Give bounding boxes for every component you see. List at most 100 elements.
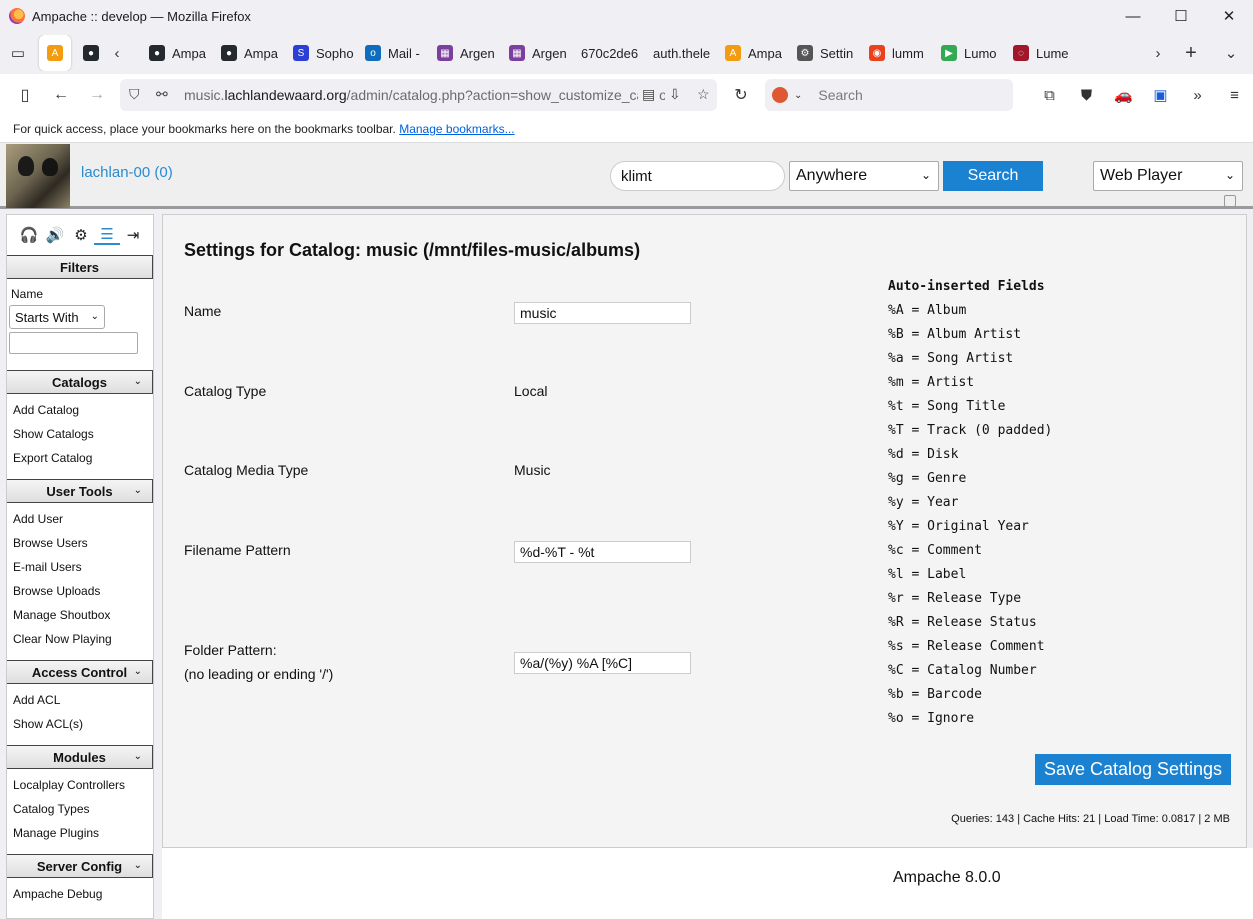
save-to-pocket-icon[interactable]: ⇩ [665,86,685,103]
sidebar-item[interactable]: Export Catalog [7,446,153,470]
tab-label: Sopho [316,45,354,61]
minimize-button[interactable]: — [1109,0,1157,32]
starts-with-select[interactable]: Starts With ⌄ [9,305,105,329]
sidebar-section-header[interactable]: Access Control ⌄ [7,660,153,684]
tab-3[interactable]: ● Ampa [141,35,213,71]
tab-1[interactable]: A [39,35,71,71]
tab-7[interactable]: ▦ Argen [429,35,501,71]
tab-label: Ampa [748,45,782,61]
username-link[interactable]: lachlan-00 (0) [81,164,173,181]
chevron-down-icon[interactable]: ⌄ [134,666,142,677]
manage-bookmarks-link[interactable]: Manage bookmarks... [399,122,514,136]
url-bar[interactable]: ⛉ ⚯ music. lachlandewaard.org/admin/catal… [120,79,717,111]
preferences-icon[interactable]: ⚙ [68,226,94,244]
maximize-button[interactable]: ☐ [1157,0,1205,32]
sidebar-item[interactable]: Add User [7,507,153,531]
sidebar-item[interactable]: Show Catalogs [7,422,153,446]
bitwarden-icon[interactable]: ▣ [1142,77,1179,113]
headphones-icon[interactable]: 🎧 [16,226,42,244]
admin-icon[interactable]: ☰ [94,225,120,245]
reader-view-icon[interactable]: ▤ [638,86,660,103]
tab-14[interactable]: ▶ Lumo [933,35,1005,71]
new-tab-icon[interactable]: + [1173,35,1209,71]
sidebar-section-header[interactable]: Server Config ⌄ [7,854,153,878]
name-field[interactable]: music [514,302,691,324]
player-select[interactable]: Web Player ⌄ [1093,161,1243,191]
scroll-tabs-left-icon[interactable]: ‹ [107,35,127,71]
sidebar-item[interactable]: E-mail Users [7,555,153,579]
chevron-down-icon[interactable]: ⌄ [134,376,142,387]
site-info-icon[interactable]: ⚯ [156,86,168,103]
sidebar-item[interactable]: Localplay Controllers [7,773,153,797]
sidebar-section-header[interactable]: Catalogs ⌄ [7,370,153,394]
auto-field-item: %b = Barcode [888,687,982,702]
tab-12[interactable]: ⚙ Settin [789,35,861,71]
shield-icon[interactable]: ⛉ [129,86,140,103]
tab-5[interactable]: S Sopho [285,35,357,71]
search-scope-select[interactable]: Anywhere ⌄ [789,161,939,191]
folder-pattern-field[interactable]: %a/(%y) %A [%C] [514,652,691,674]
auto-field-item: %r = Release Type [888,591,1022,606]
sidebar-item[interactable]: Add Catalog [7,398,153,422]
chevron-down-icon[interactable]: ⌄ [134,485,142,496]
filename-pattern-field[interactable]: %d-%T - %t [514,541,691,563]
tab-13[interactable]: ◉ lumm [861,35,933,71]
tab-6[interactable]: o Mail - [357,35,429,71]
web-search-bar[interactable]: ⌄ Search [765,79,1013,111]
forward-icon[interactable]: → [79,77,115,113]
tab-9[interactable]: 670c2de6 [573,35,645,71]
main-content: Settings for Catalog: music (/mnt/files-… [162,214,1247,848]
collapse-panel-icon[interactable] [1224,195,1236,207]
bookmark-star-icon[interactable]: ☆ [693,86,714,103]
close-window-button[interactable]: ✕ [1205,0,1253,32]
sidebar-item[interactable]: Clear Now Playing [7,627,153,651]
tab-2[interactable]: ● [75,35,107,71]
extensions-icon[interactable]: ⧉ [1031,77,1068,113]
search-button[interactable]: Search [943,161,1043,191]
speaker-icon[interactable]: 🔊 [42,226,68,244]
tab-11[interactable]: A Ampa [717,35,789,71]
ublock-icon[interactable]: ⛊ [1068,77,1105,113]
sidebar-toggle-icon[interactable]: ▯ [7,77,43,113]
sidebar-item[interactable]: Manage Shoutbox [7,603,153,627]
chevron-down-icon: ⌄ [90,311,99,322]
window-title: Ampache :: develop — Mozilla Firefox [32,8,251,24]
tab-10[interactable]: auth.thele [645,35,717,71]
tab-label: Argen [532,45,567,61]
sidebar-item[interactable]: Manage Plugins [7,821,153,845]
sidebar-item[interactable]: Catalog Types [7,797,153,821]
tab-8[interactable]: ▦ Argen [501,35,573,71]
sidebar-item[interactable]: Browse Users [7,531,153,555]
avatar[interactable] [6,144,70,208]
logout-icon[interactable]: ⇥ [120,226,146,244]
sidebar-section-header[interactable]: User Tools ⌄ [7,479,153,503]
chevron-down-icon[interactable]: ⌄ [134,860,142,871]
chevron-down-icon[interactable]: ⌄ [134,751,142,762]
save-catalog-settings-button[interactable]: Save Catalog Settings [1035,754,1231,785]
scroll-tabs-right-icon[interactable]: › [1140,35,1176,71]
sidebar-item[interactable]: Ampache Debug [7,882,153,906]
list-tabs-icon[interactable]: ⌄ [1213,35,1249,71]
firefox-view-icon[interactable]: ▭ [0,35,36,71]
sidebar-item[interactable]: Browse Uploads [7,579,153,603]
filter-input[interactable] [9,332,138,354]
auto-field-item: %t = Song Title [888,399,1006,414]
url-path: /admin/catalog.php?action=show_customize… [346,87,675,103]
app-menu-icon[interactable]: ≡ [1216,77,1253,113]
chevron-down-icon[interactable]: ⌄ [794,90,802,101]
tab-4[interactable]: ● Ampa [213,35,285,71]
car-extension-icon[interactable]: 🚗 [1105,77,1142,113]
player-value: Web Player [1100,167,1183,184]
search-input[interactable] [610,161,785,191]
sidebar-item[interactable]: Show ACL(s) [7,712,153,736]
sidebar-section-title: User Tools [46,483,113,499]
sidebar-section-header[interactable]: Modules ⌄ [7,745,153,769]
more-tools-icon[interactable]: » [1179,77,1216,113]
back-icon[interactable]: ← [43,77,79,113]
sidebar-item[interactable]: Add ACL [7,688,153,712]
chevron-down-icon: ⌄ [920,168,931,182]
tab-15[interactable]: ◌ Lume [1005,35,1077,71]
tab-label: 670c2de6 [581,45,639,61]
reload-icon[interactable]: ↻ [723,77,759,113]
duckduckgo-icon[interactable] [772,87,788,103]
